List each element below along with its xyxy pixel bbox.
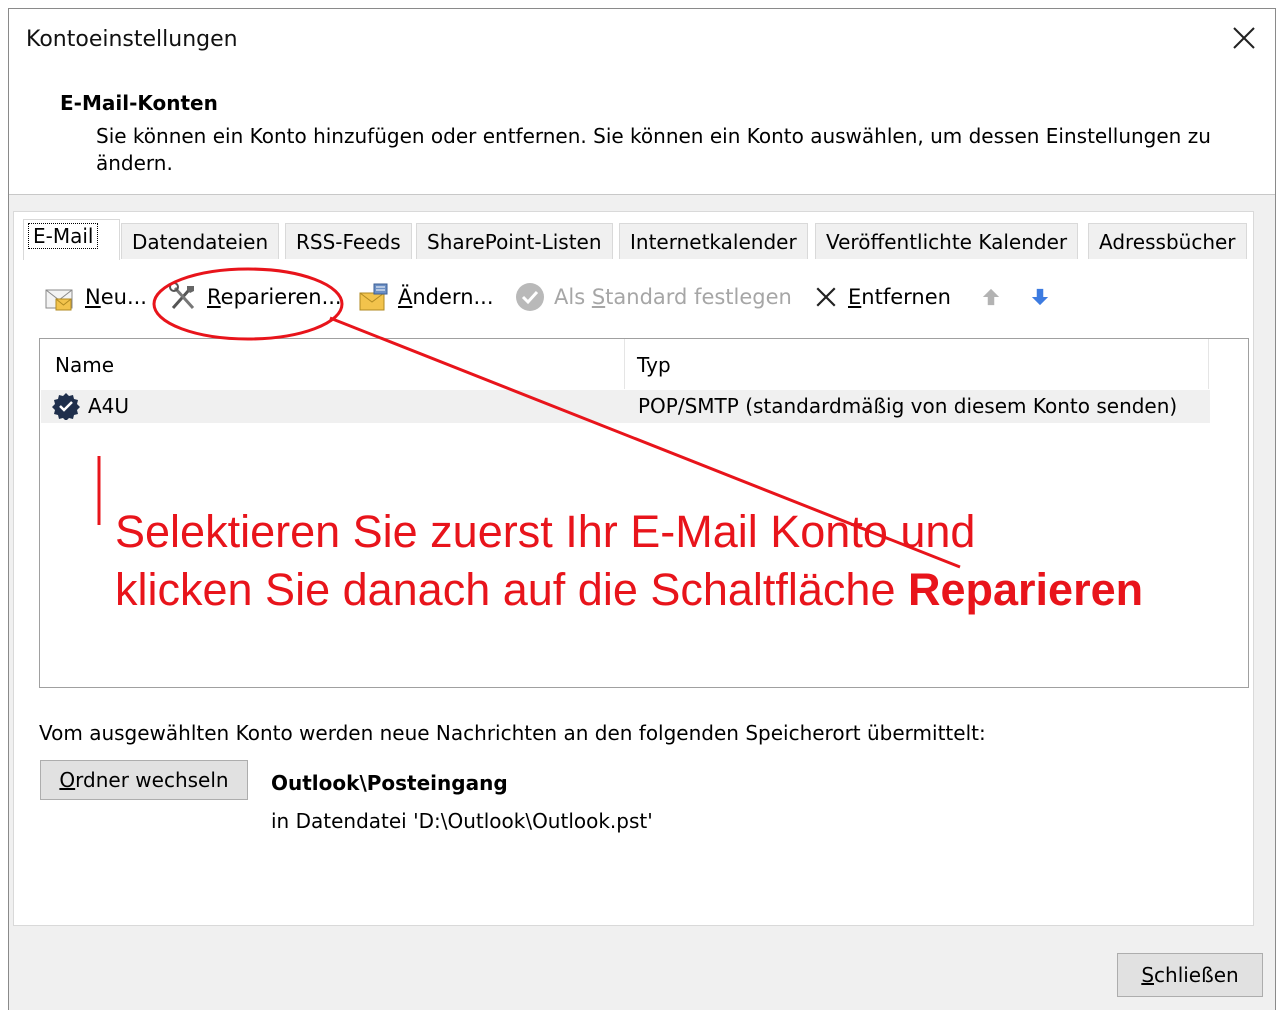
tab-email[interactable]: E-Mail (23, 219, 120, 260)
annotation-line-2: klicken Sie danach auf die Schaltfläche … (115, 564, 1144, 615)
tab-published-calendars[interactable]: Veröffentlichte Kalender (815, 223, 1079, 259)
annotation-highlight: Reparieren (908, 564, 1144, 615)
column-divider (1208, 339, 1209, 389)
remove-account-button[interactable]: Entfernen (812, 279, 951, 315)
column-divider (624, 339, 625, 389)
section-description: Sie können ein Konto hinzufügen oder ent… (96, 124, 1211, 175)
tab-email-label: E-Mail (28, 223, 99, 249)
change-account-label: Ändern... (398, 285, 494, 309)
delivery-folder: Outlook\Posteingang (271, 771, 508, 795)
remove-account-label: Entfernen (848, 285, 951, 309)
tab-data-files[interactable]: Datendateien (121, 223, 280, 259)
new-account-label: Neu... (85, 285, 147, 309)
list-header: Name Typ (40, 339, 1210, 389)
arrow-down-icon (1031, 288, 1049, 306)
tab-sharepoint-lists[interactable]: SharePoint-Listen (416, 223, 613, 259)
set-default-button[interactable]: Als Standard festlegen (514, 279, 792, 315)
change-account-button[interactable]: Ändern... (358, 279, 494, 315)
check-circle-icon (516, 283, 544, 311)
set-default-label: Als Standard festlegen (554, 285, 792, 309)
change-folder-button[interactable]: Ordner wechseln (40, 760, 248, 800)
repair-label: Reparieren... (207, 285, 342, 309)
close-dialog-button[interactable]: Schließen (1117, 953, 1263, 997)
tools-icon (169, 282, 195, 310)
tab-rss-feeds[interactable]: RSS-Feeds (285, 223, 412, 259)
close-icon (1233, 27, 1255, 49)
annotation-line-1: Selektieren Sie zuerst Ihr E-Mail Konto … (115, 506, 976, 557)
arrow-up-icon (982, 288, 1000, 306)
move-up-button[interactable] (978, 279, 1012, 315)
dialog-title: Kontoeinstellungen (26, 27, 238, 52)
move-down-button[interactable] (1027, 279, 1061, 315)
change-settings-icon (359, 283, 388, 311)
default-account-check-icon (52, 393, 80, 420)
new-account-button[interactable]: Neu... (44, 279, 147, 315)
x-icon (816, 287, 836, 307)
close-window-button[interactable] (1221, 15, 1267, 61)
tab-address-books[interactable]: Adressbücher (1088, 223, 1247, 259)
delivery-data-file: in Datendatei 'D:\Outlook\Outlook.pst' (271, 809, 653, 833)
tab-internet-calendars[interactable]: Internetkalender (619, 223, 808, 259)
column-header-name[interactable]: Name (55, 353, 114, 377)
repair-button[interactable]: Reparieren... (167, 279, 342, 315)
account-row[interactable]: A4U POP/SMTP (standardmäßig von diesem K… (41, 390, 1210, 423)
dialog-header: Kontoeinstellungen E-Mail-Konten Sie kön… (9, 9, 1275, 195)
account-name: A4U (88, 394, 130, 418)
instruction-annotation: Selektieren Sie zuerst Ihr E-Mail Konto … (115, 503, 1143, 619)
delivery-description: Vom ausgewählten Konto werden neue Nachr… (39, 721, 986, 745)
section-title: E-Mail-Konten (60, 91, 218, 115)
new-mail-icon (45, 289, 73, 311)
account-type: POP/SMTP (standardmäßig von diesem Konto… (638, 394, 1178, 418)
column-header-type[interactable]: Typ (637, 353, 671, 377)
